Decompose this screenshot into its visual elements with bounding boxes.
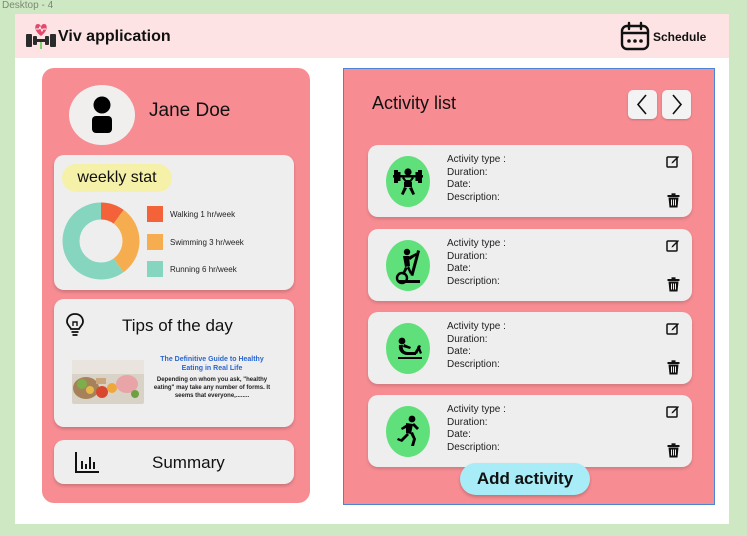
activity-card[interactable]: Activity type : Duration: Date: Descript… bbox=[368, 312, 692, 384]
app-title: Viv application bbox=[58, 28, 171, 45]
duration-label: Duration: bbox=[447, 250, 488, 262]
bar-chart-icon bbox=[75, 452, 99, 473]
app-logo-icon bbox=[26, 24, 56, 49]
activity-type-label: Activity type : bbox=[447, 404, 506, 415]
tips-card[interactable]: Tips of the day The Definitive Guide to … bbox=[54, 299, 294, 427]
description-label: Description: bbox=[447, 191, 500, 203]
activity-details: Activity type : Duration: Date: Descript… bbox=[447, 238, 506, 288]
activity-card[interactable]: Activity type : Duration: Date: Descript… bbox=[368, 145, 692, 217]
description-label: Description: bbox=[447, 275, 500, 287]
trash-icon[interactable] bbox=[667, 443, 680, 458]
weightlifting-icon bbox=[386, 156, 430, 207]
edit-icon[interactable] bbox=[666, 238, 680, 252]
legend-swatch-swimming bbox=[147, 234, 163, 250]
activity-details: Activity type : Duration: Date: Descript… bbox=[447, 404, 506, 454]
trash-icon[interactable] bbox=[667, 193, 680, 208]
date-label: Date: bbox=[447, 263, 471, 274]
food-image bbox=[72, 360, 144, 404]
weekly-stat-donut-chart bbox=[62, 202, 140, 280]
activity-card[interactable]: Activity type : Duration: Date: Descript… bbox=[368, 229, 692, 301]
weekly-stat-title: weekly stat bbox=[62, 164, 172, 192]
duration-label: Duration: bbox=[447, 166, 488, 178]
legend-item-walking: Walking 1 hr/week bbox=[147, 205, 235, 223]
summary-label: Summary bbox=[152, 453, 225, 472]
trash-icon[interactable] bbox=[667, 360, 680, 375]
edit-icon[interactable] bbox=[666, 321, 680, 335]
activity-type-label: Activity type : bbox=[447, 238, 506, 249]
activity-list-panel: Activity list Activity type: Duration: … bbox=[343, 68, 715, 505]
description-label: Description: bbox=[447, 358, 500, 370]
legend-swatch-running bbox=[147, 261, 163, 277]
activity-list-title: Activity list bbox=[372, 93, 457, 113]
frame-label: Desktop - 4 bbox=[2, 0, 54, 11]
avatar[interactable] bbox=[69, 85, 135, 145]
legend-label: Running 6 hr/week bbox=[170, 264, 237, 274]
legend-label: Swimming 3 hr/week bbox=[170, 237, 244, 247]
next-button[interactable] bbox=[662, 90, 691, 119]
article-title[interactable]: The Definitive Guide to Healthy Eating i… bbox=[152, 355, 272, 373]
article-excerpt: Depending on whom you ask, "healthy eati… bbox=[153, 377, 271, 399]
profile-panel: Jane Doe weekly stat Walking 1 hr/week S… bbox=[42, 68, 310, 503]
previous-button[interactable] bbox=[628, 90, 657, 119]
duration-label: Duration: bbox=[447, 416, 488, 428]
activity-type-label: Activity type : bbox=[447, 154, 506, 165]
user-icon bbox=[92, 96, 112, 133]
edit-icon[interactable] bbox=[666, 154, 680, 168]
legend-item-running: Running 6 hr/week bbox=[147, 260, 237, 278]
calendar-icon[interactable] bbox=[620, 21, 650, 51]
tips-title: Tips of the day bbox=[122, 316, 233, 335]
situp-icon bbox=[386, 323, 430, 374]
trash-icon[interactable] bbox=[667, 277, 680, 292]
add-activity-button[interactable]: Add activity bbox=[460, 463, 590, 495]
weekly-stat-card: weekly stat Walking 1 hr/week Swimming 3… bbox=[54, 155, 294, 290]
lightbulb-icon bbox=[66, 313, 84, 336]
activity-details: Activity type : Duration: Date: Descript… bbox=[447, 321, 506, 371]
running-icon bbox=[386, 406, 430, 457]
legend-swatch-walking bbox=[147, 206, 163, 222]
user-name: Jane Doe bbox=[149, 100, 231, 121]
duration-label: Duration: bbox=[447, 333, 488, 345]
date-label: Date: bbox=[447, 346, 471, 357]
elliptical-icon bbox=[386, 240, 430, 291]
activity-details: Activity type : Duration: Date: Descript… bbox=[447, 154, 506, 204]
app-canvas: Viv application Schedule Jane Doe weekly… bbox=[15, 14, 729, 524]
chevron-left-icon bbox=[636, 94, 647, 115]
schedule-link[interactable]: Schedule bbox=[653, 30, 706, 44]
article-thumbnail[interactable] bbox=[72, 360, 144, 404]
legend-item-swimming: Swimming 3 hr/week bbox=[147, 233, 244, 251]
chevron-right-icon bbox=[672, 94, 683, 115]
activity-card[interactable]: Activity type : Duration: Date: Descript… bbox=[368, 395, 692, 467]
description-label: Description: bbox=[447, 441, 500, 453]
date-label: Date: bbox=[447, 179, 471, 190]
app-header: Viv application Schedule bbox=[15, 14, 729, 58]
activity-type-label: Activity type : bbox=[447, 321, 506, 332]
legend-label: Walking 1 hr/week bbox=[170, 209, 236, 219]
date-label: Date: bbox=[447, 429, 471, 440]
edit-icon[interactable] bbox=[666, 404, 680, 418]
summary-button[interactable]: Summary bbox=[54, 440, 294, 484]
